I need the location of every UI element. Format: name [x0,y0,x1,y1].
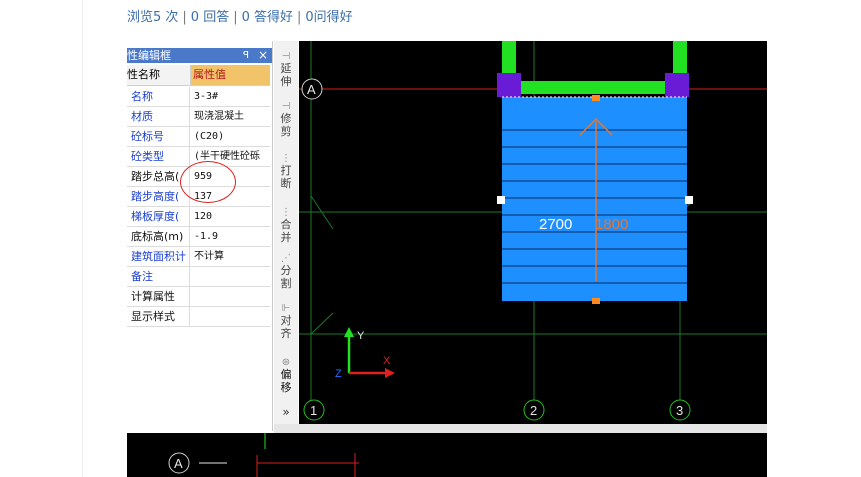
break-icon: ⋮ [281,153,291,164]
ucs-x-arrow [385,368,395,378]
separator: | [297,10,302,25]
question-stats: 浏览5 次 | 0 回答 | 0 答得好 | 0问得好 [127,6,353,25]
property-row[interactable]: 材质 现浇混凝土 [127,107,270,127]
dim-tick [310,312,334,335]
modify-toolbar: ⊣ 延伸 ⊣ 修剪 ⋮ 打断 ⋮ 合并 ⋰ 分割 ⊩ 对齐 ⊛ 偏移 » [274,41,298,431]
property-name: 踏步高度( [127,187,190,206]
property-value[interactable]: (C20) [191,127,270,146]
property-row[interactable]: 计算属性 [127,287,270,307]
answers-count[interactable]: 0 回答 [191,10,229,25]
property-value[interactable]: 3-3# [191,87,270,106]
property-name: 显示样式 [127,307,190,326]
property-name: 建筑面积计 [127,247,190,266]
axis-label-3: 3 [676,403,683,418]
pin-icon[interactable]: ꟼ [243,48,249,63]
separator: | [182,10,187,25]
property-value[interactable] [191,267,270,286]
axis-label-a: A [307,82,316,97]
dimension-1800: 1800 [595,216,628,233]
trim-tool[interactable]: ⊣ 修剪 [274,101,298,138]
dimension-2700: 2700 [539,216,572,233]
ucs-y-arrow [344,327,354,337]
cad-canvas[interactable]: 2700 1800 A 1 2 3 Y X Z [299,41,767,431]
split-icon: ⋰ [281,253,291,264]
offset-icon: ⊛ [281,357,291,368]
panel-title: 性编辑框 [127,49,171,62]
property-value[interactable] [191,287,270,306]
red-annotation-circle [180,161,236,203]
panel-title-bar: 性编辑框 ꟼ × [127,48,272,63]
property-name: 计算属性 [127,287,190,306]
column-left [497,73,521,97]
separator: | [233,10,238,25]
ucs-y-label: Y [357,330,365,342]
cad-drawing: 2700 1800 A 1 2 3 Y X Z [299,41,767,421]
header-value: 属性值 [191,65,270,85]
answer-likes-count: 0 答得好 [241,10,293,25]
offset-tool[interactable]: ⊛ 偏移 [274,357,298,394]
extend-icon: ⊣ [281,51,291,62]
property-name: 底标高(m) [127,227,190,246]
more-tools-icon[interactable]: » [274,405,298,419]
property-name: 材质 [127,107,190,126]
header-name: 性名称 [127,65,191,85]
bottom-drawing: A [168,433,359,477]
property-name: 名称 [127,87,190,106]
axis-label-1: 1 [310,403,317,418]
property-value[interactable] [191,307,270,326]
property-row[interactable]: 梯板厚度(120 [127,207,270,227]
property-value[interactable]: 现浇混凝土 [191,107,270,126]
grip-handle[interactable] [592,298,600,304]
grip-handle[interactable] [497,196,505,204]
property-row[interactable]: 底标高(m) -1.9 [127,227,270,247]
merge-icon: ⋮ [281,207,291,218]
bottom-axis-label: A [174,456,183,471]
trim-icon: ⊣ [281,101,291,112]
software-screenshot: 性编辑框 ꟼ × 性名称 属性值 名称 3-3# 材质 现浇混凝土 砼标号 (C20)… [127,41,767,477]
align-tool[interactable]: ⊩ 对齐 [274,303,298,340]
second-screenshot: A [127,433,767,477]
beam-top [502,81,687,94]
property-row[interactable]: 砼标号 (C20) [127,127,270,147]
property-row[interactable]: 备注 [127,267,270,287]
property-name: 砼标号 [127,127,190,146]
property-row[interactable]: 显示样式 [127,307,270,327]
grip-handle[interactable] [592,95,600,101]
question-likes-count: 0问得好 [305,10,353,25]
grip-handle[interactable] [685,196,693,204]
page-divider [82,0,83,477]
property-value[interactable]: 不计算 [191,247,270,266]
column-right [665,73,689,97]
stair-body[interactable] [502,97,687,301]
property-value[interactable]: -1.9 [191,227,270,246]
property-name: 梯板厚度( [127,207,190,226]
property-value[interactable]: 120 [191,207,270,226]
property-name: 备注 [127,267,190,286]
axis-label-2: 2 [530,403,537,418]
break-tool[interactable]: ⋮ 打断 [274,153,298,190]
split-tool[interactable]: ⋰ 分割 [274,253,298,290]
property-name: 砼类型 [127,147,190,166]
align-icon: ⊩ [281,303,291,314]
extend-tool[interactable]: ⊣ 延伸 [274,51,298,88]
property-header: 性名称 属性值 [127,65,270,86]
close-icon[interactable]: × [258,48,268,63]
views-count: 浏览5 次 [127,10,179,25]
property-row[interactable]: 建筑面积计 不计算 [127,247,270,267]
merge-tool[interactable]: ⋮ 合并 [274,207,298,244]
property-row[interactable]: 名称 3-3# [127,87,270,107]
property-panel: 性编辑框 ꟼ × 性名称 属性值 名称 3-3# 材质 现浇混凝土 砼标号 (C20)… [127,41,273,431]
ucs-z-label: Z [335,368,342,380]
ucs-x-label: X [383,355,391,367]
